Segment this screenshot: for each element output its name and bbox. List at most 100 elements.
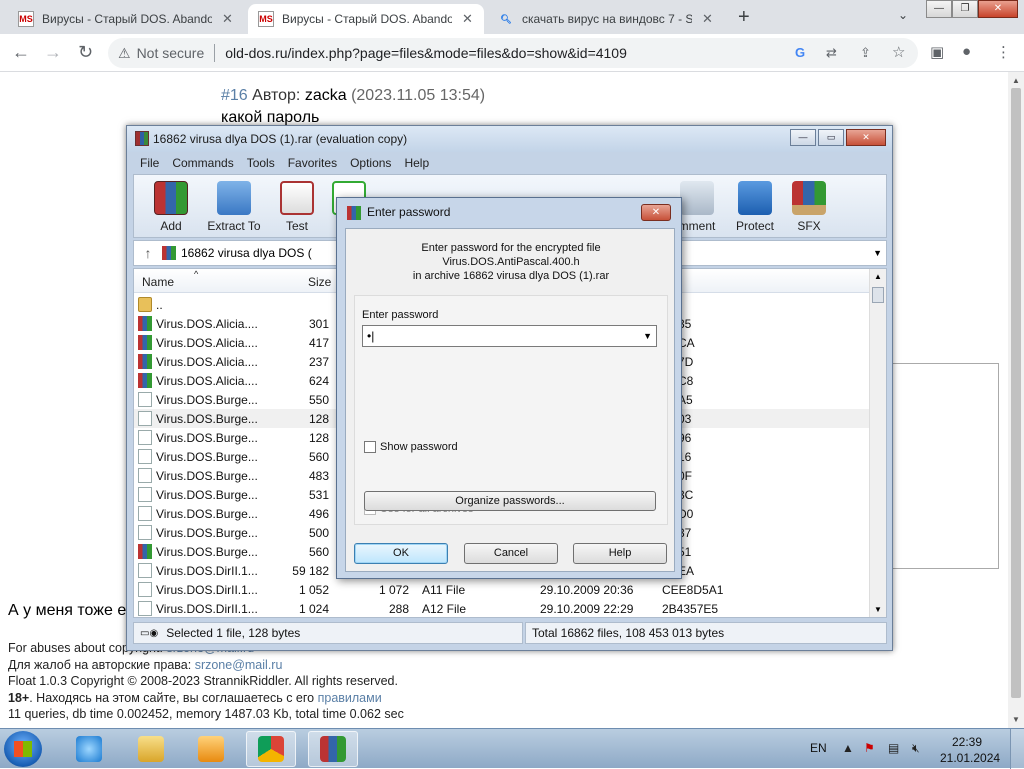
close-tab-icon[interactable]: ✕	[222, 11, 233, 27]
winrar-titlebar[interactable]: 16862 virusa dlya DOS (1).rar (evaluatio…	[127, 126, 892, 152]
up-arrow-icon[interactable]: ↑	[134, 245, 162, 261]
winrar-close-button[interactable]: ✕	[846, 129, 886, 146]
winrar-statusbar: ▭◉ Selected 1 file, 128 bytes Total 1686…	[133, 622, 887, 644]
new-tab-button[interactable]: +	[738, 6, 750, 29]
google-lens-icon[interactable]: G	[795, 45, 805, 60]
password-input[interactable]: •| ▼	[362, 325, 657, 347]
share-icon[interactable]: ⇪	[860, 45, 871, 61]
side-panel-icon[interactable]: ▣	[930, 43, 944, 61]
password-history-dropdown-icon[interactable]: ▼	[643, 326, 652, 346]
language-indicator[interactable]: EN	[810, 741, 827, 755]
dialog-titlebar[interactable]: Enter password ✕	[337, 198, 681, 226]
winrar-maximize-button[interactable]: ▭	[818, 129, 844, 146]
scroll-up-arrow-icon[interactable]: ▲	[1012, 76, 1020, 85]
dialog-close-button[interactable]: ✕	[641, 204, 671, 221]
not-secure-label[interactable]: Not secure	[137, 45, 205, 61]
profile-avatar-icon[interactable]: ●	[962, 43, 971, 60]
show-password-checkbox[interactable]: Show password	[364, 441, 458, 453]
menu-kebab-icon[interactable]: ⋮	[996, 43, 1011, 61]
file-icon	[138, 411, 152, 426]
footer-email-link-ru[interactable]: srzone@mail.ru	[195, 658, 283, 672]
menu-options[interactable]: Options	[350, 156, 391, 170]
dialog-filename: Virus.DOS.AntiPascal.400.h	[442, 256, 580, 268]
organize-passwords-button[interactable]: Organize passwords...	[364, 491, 656, 511]
restore-button[interactable]: ❐	[952, 0, 978, 18]
rar-file-icon	[138, 316, 152, 331]
file-size: 483	[308, 469, 329, 483]
action-center-flag-icon[interactable]: ⚑	[864, 741, 875, 755]
winrar-icon	[320, 736, 346, 762]
back-arrow-icon[interactable]: ←	[12, 42, 30, 63]
file-icon	[138, 487, 152, 502]
browser-tab-1[interactable]: MS Вирусы - Старый DOS. Abandon ✕	[8, 4, 244, 34]
list-scroll-up-icon[interactable]: ▲	[874, 272, 882, 281]
minimize-button[interactable]: —	[926, 0, 952, 18]
path-dropdown-icon[interactable]: ▼	[873, 248, 882, 258]
close-tab-icon[interactable]: ✕	[462, 11, 473, 27]
volume-muted-icon[interactable]: 🔇︎	[912, 741, 920, 756]
tab-title: Вирусы - Старый DOS. Abandon	[282, 12, 452, 26]
menu-favorites[interactable]: Favorites	[288, 156, 337, 170]
url-text[interactable]: old-dos.ru/index.php?page=files&mode=fil…	[225, 45, 627, 61]
menu-help[interactable]: Help	[404, 156, 429, 170]
browser-tab-2[interactable]: MS Вирусы - Старый DOS. Abandon ✕	[248, 4, 484, 34]
sort-caret-icon: ^	[194, 269, 199, 279]
system-clock[interactable]: 22:39 21.01.2024	[940, 734, 1001, 766]
file-list-scrollbar[interactable]: ▲ ▼	[869, 269, 886, 617]
browser-tab-3[interactable]: 🔍︎ скачать вирус на виндовс 7 - Se ✕	[488, 4, 724, 34]
col-size[interactable]: Size	[308, 275, 331, 289]
bookmark-star-icon[interactable]: ☆	[892, 43, 905, 61]
rules-link[interactable]: правилами	[318, 691, 382, 705]
file-crc: CEE8D5A1	[662, 583, 724, 597]
file-size: 237	[308, 355, 329, 369]
close-tab-icon[interactable]: ✕	[702, 11, 713, 27]
extract-to-button[interactable]: Extract To	[198, 179, 270, 233]
winrar-minimize-button[interactable]: —	[790, 129, 816, 146]
taskbar-media-player[interactable]	[186, 731, 236, 767]
taskbar-explorer[interactable]	[126, 731, 176, 767]
network-icon[interactable]: ▤	[888, 741, 899, 755]
help-button[interactable]: Help	[573, 543, 667, 564]
file-size: 1 052	[298, 583, 329, 597]
tray-expand-icon[interactable]: ▲	[842, 741, 854, 755]
close-window-button[interactable]: ✕	[978, 0, 1018, 18]
page-scrollbar-thumb[interactable]	[1011, 88, 1021, 698]
warning-triangle-icon[interactable]: ⚠	[118, 45, 131, 62]
comment-textarea[interactable]	[890, 363, 999, 569]
footer-copyright-label-ru: Для жалоб на авторские права:	[8, 657, 192, 672]
file-size: 496	[308, 507, 329, 521]
cancel-button[interactable]: Cancel	[464, 543, 558, 564]
file-size: 531	[308, 488, 329, 502]
taskbar-ie[interactable]	[64, 731, 114, 767]
dialog-archive: in archive 16862 virusa dlya DOS (1).rar	[412, 270, 610, 282]
reload-icon[interactable]: ↻	[78, 42, 93, 63]
file-row[interactable]: Virus.DOS.DirII.1... 1 024 288 A12 File 29.1…	[134, 599, 869, 618]
windows-logo-icon	[14, 741, 32, 757]
clock-date: 21.01.2024	[940, 751, 1001, 765]
comment-label: mment	[678, 219, 716, 233]
ok-button[interactable]: OK	[354, 543, 448, 564]
sfx-button[interactable]: SFX	[776, 179, 842, 233]
file-row[interactable]: Virus.DOS.DirII.1... 1 052 1 072 A11 File 29…	[134, 580, 869, 599]
list-scroll-down-icon[interactable]: ▼	[874, 605, 882, 614]
comment-snippet: А у меня тоже е	[8, 602, 127, 619]
menu-tools[interactable]: Tools	[247, 156, 275, 170]
scroll-down-arrow-icon[interactable]: ▼	[1012, 715, 1020, 724]
tab-search-chevron-icon[interactable]: ⌄	[898, 8, 908, 22]
post-number-link[interactable]: #16	[221, 87, 248, 104]
file-size: 128	[308, 431, 329, 445]
menu-file[interactable]: File	[140, 156, 159, 170]
show-desktop-button[interactable]	[1010, 729, 1024, 769]
col-name[interactable]: Name	[142, 275, 174, 289]
list-scroll-thumb[interactable]	[872, 287, 884, 303]
page-scrollbar[interactable]: ▲ ▼	[1008, 72, 1024, 728]
taskbar-chrome[interactable]	[246, 731, 296, 767]
chrome-icon	[258, 736, 284, 762]
translate-icon[interactable]: ⇄	[826, 45, 837, 61]
add-button[interactable]: Add	[138, 179, 204, 233]
forward-arrow-icon[interactable]: →	[44, 42, 62, 63]
taskbar-winrar[interactable]	[308, 731, 358, 767]
checkbox-box[interactable]	[364, 441, 376, 453]
start-button[interactable]	[4, 731, 42, 767]
menu-commands[interactable]: Commands	[172, 156, 233, 170]
